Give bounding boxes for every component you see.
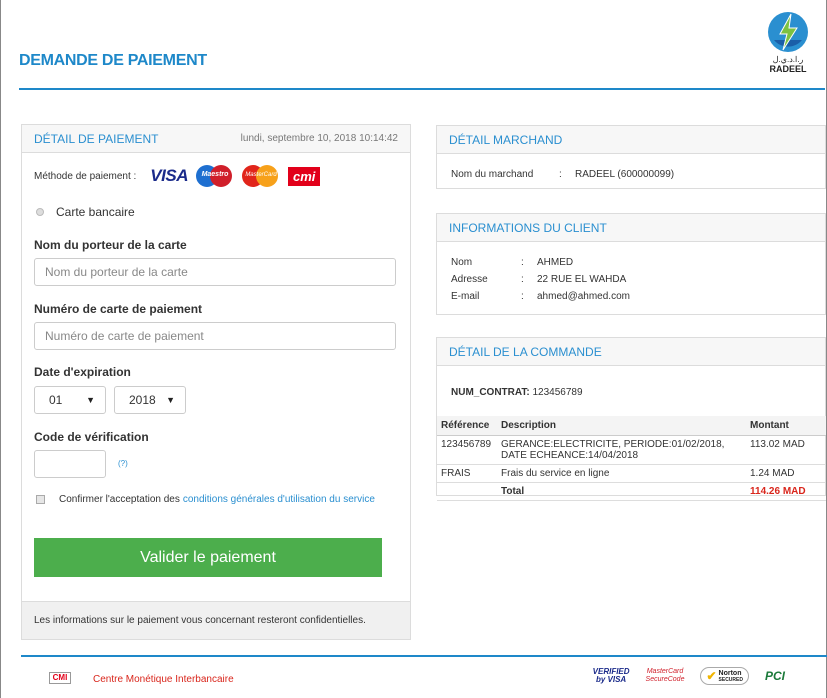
contract-label: NUM_CONTRAT: bbox=[451, 387, 530, 398]
payment-method-row: Méthode de paiement : VISA Maestro Maste… bbox=[34, 165, 321, 187]
table-header-row: Référence Description Montant bbox=[437, 416, 826, 436]
maestro-logo-icon: Maestro bbox=[195, 165, 234, 187]
total-amount: 114.26 MAD bbox=[746, 482, 826, 501]
pci-logo-icon: PCI bbox=[764, 669, 785, 683]
client-email-value: ahmed@ahmed.com bbox=[537, 291, 630, 302]
client-email-row: E-mail : ahmed@ahmed.com bbox=[451, 291, 630, 302]
cmi-footer-text: Centre Monétique Interbancaire bbox=[93, 674, 234, 685]
client-nom-label: Nom bbox=[451, 257, 473, 268]
mastercard-securecode-icon: MasterCard SecureCode bbox=[645, 668, 685, 683]
chevron-down-icon: ▼ bbox=[86, 395, 95, 405]
row-desc: Frais du service en ligne bbox=[497, 464, 746, 483]
order-panel-header: DÉTAIL DE LA COMMANDE bbox=[437, 338, 825, 366]
lightning-logo-icon bbox=[766, 10, 810, 54]
validate-payment-button[interactable]: Valider le paiement bbox=[34, 538, 382, 577]
chevron-down-icon: ▼ bbox=[166, 395, 175, 405]
row-ref: 123456789 bbox=[437, 435, 497, 465]
terms-row: Confirmer l'acceptation des conditions g… bbox=[36, 494, 375, 505]
client-adresse-label: Adresse bbox=[451, 274, 488, 285]
payment-datetime: lundi, septembre 10, 2018 10:14:42 bbox=[240, 133, 398, 144]
client-sep: : bbox=[521, 291, 524, 302]
merchant-panel-title: DÉTAIL MARCHAND bbox=[449, 132, 563, 147]
table-row: 123456789 GERANCE:ELECTRICITE, PERIODE:0… bbox=[437, 435, 826, 465]
holder-name-input[interactable]: Nom du porteur de la carte bbox=[34, 258, 396, 286]
terms-link[interactable]: conditions générales d'utilisation du se… bbox=[183, 494, 375, 505]
client-adresse-value: 22 RUE EL WAHDA bbox=[537, 274, 627, 285]
contract-number: NUM_CONTRAT: 123456789 bbox=[451, 387, 583, 398]
cvv-label: Code de vérification bbox=[34, 430, 149, 444]
col-description: Description bbox=[497, 416, 746, 436]
cmi-logo-icon: cmi bbox=[287, 166, 321, 186]
row-amount: 113.02 MAD bbox=[746, 435, 826, 465]
client-adresse-row: Adresse : 22 RUE EL WAHDA bbox=[451, 274, 626, 285]
client-sep: : bbox=[521, 257, 524, 268]
norton-secured-icon: ✔ Norton SECURED bbox=[700, 667, 749, 685]
expiry-month-value: 01 bbox=[49, 393, 63, 407]
page-frame: DEMANDE DE PAIEMENT ر.ا.د.ي.ل RADEEL DÉT… bbox=[0, 0, 827, 698]
mastercard-logo-icon: MasterCard bbox=[241, 165, 280, 187]
client-sep: : bbox=[521, 274, 524, 285]
logo-name: RADEEL bbox=[769, 64, 807, 74]
client-email-label: E-mail bbox=[451, 291, 480, 302]
row-amount: 1.24 MAD bbox=[746, 464, 826, 483]
order-panel: DÉTAIL DE LA COMMANDE NUM_CONTRAT: 12345… bbox=[436, 337, 826, 501]
merchant-panel-header: DÉTAIL MARCHAND bbox=[437, 126, 825, 154]
radeel-logo: ر.ا.د.ي.ل RADEEL bbox=[763, 10, 813, 84]
expiry-label: Date d'expiration bbox=[34, 365, 131, 379]
payment-panel: DÉTAIL DE PAIEMENT lundi, septembre 10, … bbox=[21, 124, 411, 640]
card-number-label: Numéro de carte de paiement bbox=[34, 302, 203, 316]
expiry-year-value: 2018 bbox=[129, 393, 156, 407]
terms-checkbox[interactable] bbox=[36, 495, 45, 504]
total-label: Total bbox=[497, 482, 746, 501]
cvv-input[interactable] bbox=[34, 450, 106, 478]
card-method-radio[interactable]: Carte bancaire bbox=[36, 205, 135, 219]
merchant-panel: DÉTAIL MARCHAND Nom du marchand : RADEEL… bbox=[436, 125, 826, 189]
order-panel-title: DÉTAIL DE LA COMMANDE bbox=[449, 344, 602, 359]
payment-method-label: Méthode de paiement : bbox=[34, 170, 137, 182]
expiry-year-select[interactable]: 2018 ▼ bbox=[114, 386, 186, 414]
card-number-input[interactable]: Numéro de carte de paiement bbox=[34, 322, 396, 350]
client-nom-row: Nom : AHMED bbox=[451, 257, 573, 268]
merchant-name-row: Nom du marchand : RADEEL (600000099) bbox=[451, 169, 674, 180]
cvv-help-link[interactable]: (?) bbox=[118, 459, 128, 468]
holder-label: Nom du porteur de la carte bbox=[34, 238, 187, 252]
confidential-note: Les informations sur le paiement vous co… bbox=[22, 601, 410, 639]
security-logos: VERIFIED by VISA MasterCard SecureCode ✔… bbox=[593, 667, 785, 685]
payment-panel-title: DÉTAIL DE PAIEMENT bbox=[34, 131, 159, 146]
footer: CMI Centre Monétique Interbancaire VERIF… bbox=[21, 655, 827, 698]
merchant-sep: : bbox=[559, 169, 562, 180]
client-panel: INFORMATIONS DU CLIENT Nom : AHMED Adres… bbox=[436, 213, 826, 315]
row-desc: GERANCE:ELECTRICITE, PERIODE:01/02/2018,… bbox=[497, 435, 746, 465]
verified-by-visa-icon: VERIFIED by VISA bbox=[592, 667, 630, 684]
contract-value: 123456789 bbox=[532, 387, 583, 398]
table-row: FRAIS Frais du service en ligne 1.24 MAD bbox=[437, 464, 826, 483]
col-amount: Montant bbox=[746, 416, 826, 436]
merchant-name-value: RADEEL (600000099) bbox=[575, 169, 675, 180]
total-row: Total 114.26 MAD bbox=[437, 482, 826, 501]
row-ref: FRAIS bbox=[437, 464, 497, 483]
radio-button[interactable] bbox=[36, 208, 44, 216]
client-nom-value: AHMED bbox=[537, 257, 574, 268]
payment-panel-header: DÉTAIL DE PAIEMENT lundi, septembre 10, … bbox=[22, 125, 410, 153]
merchant-name-label: Nom du marchand bbox=[451, 169, 534, 180]
order-table: Référence Description Montant 123456789 … bbox=[437, 416, 826, 501]
visa-logo-icon: VISA bbox=[150, 166, 188, 185]
logo-arabic-text: ر.ا.د.ي.ل bbox=[772, 55, 804, 64]
col-reference: Référence bbox=[437, 416, 497, 436]
card-method-label: Carte bancaire bbox=[56, 205, 135, 219]
client-panel-header: INFORMATIONS DU CLIENT bbox=[437, 214, 825, 242]
client-panel-title: INFORMATIONS DU CLIENT bbox=[449, 220, 607, 235]
cmi-small-logo-icon: CMI bbox=[49, 672, 71, 684]
header: DEMANDE DE PAIEMENT ر.ا.د.ي.ل RADEEL bbox=[19, 0, 825, 90]
terms-text: Confirmer l'acceptation des bbox=[59, 494, 180, 505]
expiry-month-select[interactable]: 01 ▼ bbox=[34, 386, 106, 414]
page-title: DEMANDE DE PAIEMENT bbox=[19, 52, 207, 69]
